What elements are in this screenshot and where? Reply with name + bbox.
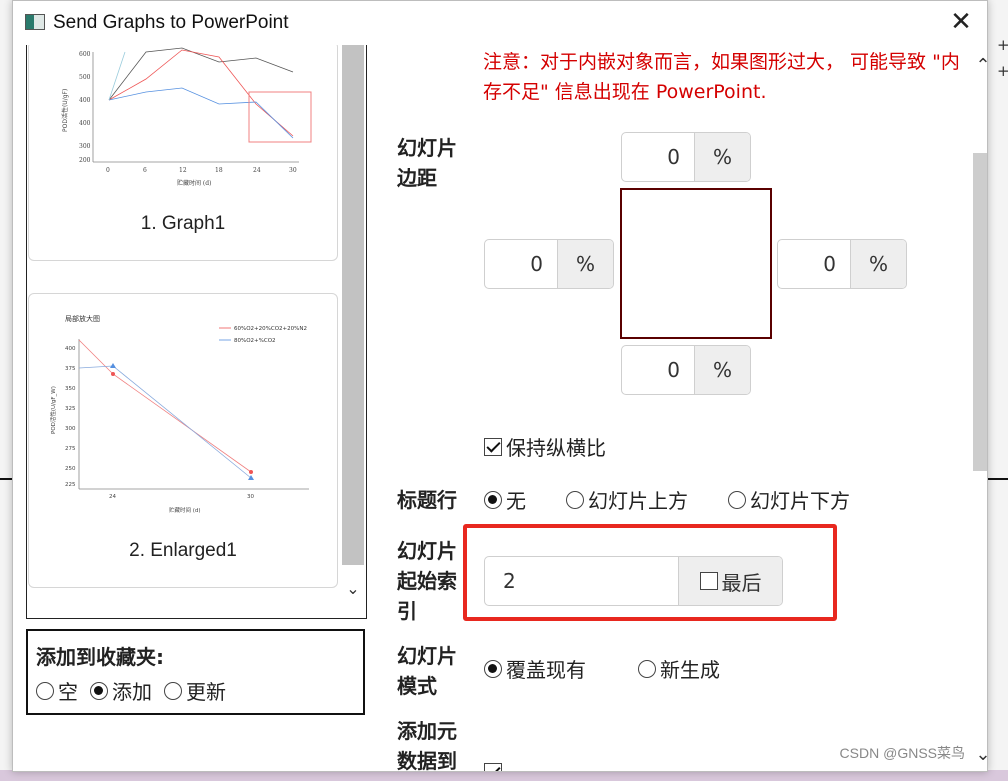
title-row-below[interactable]: 幻灯片下方 (728, 485, 850, 514)
favorites-option-update[interactable]: 更新 (164, 676, 226, 705)
radio-icon[interactable] (36, 681, 54, 700)
dialog-scrollbar[interactable]: ⌃ ⌄ (971, 45, 987, 771)
svg-text:POD活性(U/gF_W): POD活性(U/gF_W) (49, 386, 57, 434)
svg-text:500: 500 (79, 74, 91, 81)
thumb-title: 局部放大图 (65, 314, 100, 323)
graph1-thumbnail: 600 500 400 400 300 200 0 6 12 18 24 30 贮藏时间 (d) P… (61, 47, 312, 187)
metadata-label: 添加元数据到 (397, 719, 457, 772)
slide-mode-new[interactable]: 新生成 (638, 654, 720, 683)
scrollbar-thumb[interactable] (342, 45, 364, 565)
radio-icon[interactable] (728, 490, 746, 509)
svg-text:24: 24 (109, 494, 116, 500)
radio-icon[interactable] (484, 659, 502, 678)
title-row-above[interactable]: 幻灯片上方 (566, 485, 688, 514)
svg-text:300: 300 (79, 143, 91, 150)
svg-text:6: 6 (143, 167, 147, 174)
title-bar: Send Graphs to PowerPoint ✕ (13, 1, 987, 45)
slide-mode-options: 覆盖现有 新生成 (484, 654, 760, 683)
radio-icon[interactable] (566, 490, 584, 509)
favorites-title: 添加到收藏夹: (36, 645, 164, 669)
margin-right-input[interactable]: 0 % (777, 239, 907, 289)
graph-list-scrollbar[interactable]: ⌄ (340, 45, 366, 617)
background-plus-icon: + (997, 62, 1008, 80)
favorites-group: 添加到收藏夹: 空 添加 更新 (26, 629, 365, 715)
svg-text:贮藏时间 (d): 贮藏时间 (d) (177, 179, 211, 187)
svg-text:400: 400 (65, 346, 76, 352)
memory-warning: 注意：对于内嵌对象而言，如果图形过大， 可能导致 "内存不足" 信息出现在 Po… (483, 51, 960, 103)
chevron-down-icon[interactable]: ⌄ (343, 579, 363, 599)
chevron-down-icon[interactable]: ⌄ (971, 744, 987, 765)
graph-list[interactable]: 600 500 400 400 300 200 0 6 12 18 24 30 贮藏时间 (d) P… (26, 45, 367, 619)
start-index-input[interactable]: 2 最后 (484, 556, 783, 606)
slide-mode-overwrite[interactable]: 覆盖现有 (484, 654, 586, 683)
svg-text:375: 375 (65, 366, 76, 372)
checkbox-icon[interactable] (484, 763, 502, 771)
window-title: Send Graphs to PowerPoint (53, 12, 289, 33)
keep-aspect-checkbox[interactable]: 保持纵横比 (484, 432, 606, 461)
svg-text:350: 350 (65, 386, 76, 392)
background-line (0, 478, 12, 480)
radio-icon[interactable] (90, 681, 108, 700)
watermark: CSDN @GNSS菜鸟 (839, 745, 965, 761)
margin-top-input[interactable]: 0 % (621, 132, 751, 182)
enlarged1-thumbnail: 局部放大图 60%O2+20%CO2+20%N2 80%O2+%CO2 400 3… (49, 314, 309, 514)
svg-text:18: 18 (215, 167, 223, 174)
background-plus-icon: + (997, 36, 1008, 54)
radio-icon[interactable] (164, 681, 182, 700)
metadata-checkbox[interactable] (484, 763, 502, 771)
graph-card-enlarged1[interactable]: 局部放大图 60%O2+20%CO2+20%N2 80%O2+%CO2 400 3… (28, 293, 338, 588)
svg-text:400: 400 (79, 97, 91, 104)
svg-text:30: 30 (247, 494, 254, 500)
radio-icon[interactable] (484, 490, 502, 509)
chevron-up-icon[interactable]: ⌃ (971, 55, 987, 76)
checkbox-icon[interactable] (699, 572, 718, 590)
graph-card-graph1[interactable]: 600 500 400 400 300 200 0 6 12 18 24 30 贮藏时间 (d) P… (28, 45, 338, 261)
svg-text:24: 24 (253, 167, 261, 174)
legend-entry: 80%O2+%CO2 (234, 338, 276, 344)
radio-icon[interactable] (638, 659, 656, 678)
svg-text:300: 300 (65, 426, 76, 432)
margin-left-input[interactable]: 0 % (484, 239, 614, 289)
title-row-none[interactable]: 无 (484, 485, 526, 514)
svg-text:12: 12 (179, 167, 187, 174)
favorites-option-none[interactable]: 空 (36, 676, 78, 705)
start-index-label: 幻灯片起始索引 (397, 539, 457, 623)
svg-text:30: 30 (289, 167, 297, 174)
close-icon[interactable]: ✕ (949, 9, 973, 35)
svg-text:贮藏时间 (d): 贮藏时间 (d) (169, 506, 201, 514)
svg-text:POD活性(U/gF): POD活性(U/gF) (61, 89, 69, 132)
legend-entry: 60%O2+20%CO2+20%N2 (234, 326, 307, 332)
graph-caption: 1. Graph1 (140, 213, 226, 234)
graph-caption: 2. Enlarged1 (129, 540, 237, 561)
svg-text:0: 0 (106, 167, 110, 174)
svg-text:200: 200 (79, 157, 91, 164)
svg-text:225: 225 (65, 482, 76, 488)
svg-text:600: 600 (79, 51, 91, 58)
title-row-label: 标题行 (397, 488, 457, 512)
background-strip-left (0, 0, 12, 781)
svg-text:400: 400 (79, 120, 91, 127)
slide-margin-preview (620, 188, 772, 339)
slide-mode-label: 幻灯片模式 (397, 644, 457, 698)
background-strip-right (988, 0, 1008, 781)
checkbox-icon[interactable] (484, 437, 502, 456)
app-icon (25, 14, 45, 30)
background-line (988, 478, 1008, 480)
svg-text:250: 250 (65, 466, 76, 472)
margins-label: 幻灯片边距 (397, 136, 457, 190)
last-checkbox[interactable]: 最后 (678, 557, 782, 605)
svg-text:325: 325 (65, 406, 76, 412)
title-row-options: 无 幻灯片上方 幻灯片下方 (484, 485, 890, 514)
margin-bottom-input[interactable]: 0 % (621, 345, 751, 395)
favorites-option-add[interactable]: 添加 (90, 676, 152, 705)
scrollbar-thumb[interactable] (973, 153, 987, 471)
svg-text:275: 275 (65, 446, 76, 452)
send-graphs-dialog: Send Graphs to PowerPoint ✕ 600 500 400 400… (12, 0, 988, 772)
